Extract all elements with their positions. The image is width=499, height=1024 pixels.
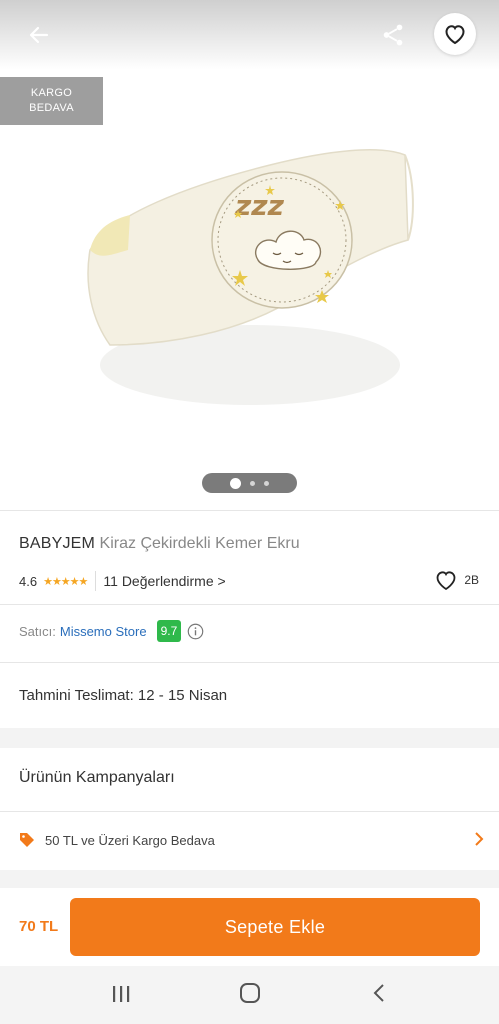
section-gap (0, 728, 499, 748)
badge-line-1: KARGO (30, 87, 73, 99)
svg-text:zzz: zzz (234, 189, 285, 222)
back-button[interactable] (22, 18, 56, 52)
back-nav-icon[interactable] (371, 983, 387, 1003)
image-pagination[interactable] (202, 473, 297, 493)
price: 70 TL (19, 918, 59, 935)
free-shipping-badge: KARGO BEDAVA (0, 77, 103, 125)
brand-name[interactable]: BABYJEM (19, 535, 95, 552)
chevron-right-icon (475, 832, 484, 846)
product-name: Kiraz Çekirdekli Kemer Ekru (99, 535, 300, 552)
section-gap (0, 870, 499, 888)
star-rating-icon: ★★★★★ (43, 575, 88, 588)
estimated-delivery: Tahmini Teslimat: 12 - 15 Nisan (19, 687, 228, 704)
pagination-dot-active[interactable] (230, 477, 241, 489)
product-image-area[interactable]: KARGO BEDAVA zzz (0, 0, 499, 510)
campaigns-title: Ürünün Kampanyaları (19, 769, 175, 786)
rating-row: 4.6 ★★★★★ 11 Değerlendirme > 2B (19, 569, 479, 593)
divider (0, 811, 499, 812)
seller-link[interactable]: Missemo Store (60, 624, 147, 639)
campaign-item[interactable]: 50 TL ve Üzeri Kargo Bedava (19, 826, 484, 854)
campaign-text: 50 TL ve Üzeri Kargo Bedava (45, 832, 215, 848)
divider (0, 604, 499, 605)
badge-line-2: BEDAVA (29, 102, 74, 114)
reviews-link[interactable]: 11 Değerlendirme > (103, 573, 225, 589)
divider (0, 510, 499, 511)
recent-apps-icon[interactable] (111, 984, 131, 1004)
arrow-left-icon (29, 26, 49, 44)
seller-label: Satıcı: (19, 623, 56, 639)
rating-value: 4.6 (19, 573, 38, 589)
divider (95, 571, 97, 591)
seller-row: Satıcı: Missemo Store 9.7 (19, 620, 204, 642)
seller-score-badge: 9.7 (156, 620, 182, 642)
pagination-dot[interactable] (250, 480, 255, 486)
pagination-dot[interactable] (264, 480, 269, 486)
favorite-button[interactable] (434, 13, 476, 55)
share-button[interactable] (377, 18, 409, 52)
heart-outline-icon (436, 571, 456, 591)
tag-icon (20, 833, 34, 847)
product-title: BABYJEM Kiraz Çekirdekli Kemer Ekru (19, 535, 300, 553)
home-icon[interactable] (239, 982, 261, 1004)
product-image: zzz (87, 149, 414, 405)
heart-outline-icon (445, 25, 465, 45)
top-bar (0, 0, 499, 70)
share-icon (383, 24, 403, 46)
likes-value: 2B (464, 573, 479, 587)
info-icon[interactable] (187, 623, 204, 640)
divider (0, 662, 499, 663)
add-to-cart-button[interactable]: Sepete Ekle (70, 898, 480, 956)
likes-count[interactable]: 2B (434, 569, 479, 591)
